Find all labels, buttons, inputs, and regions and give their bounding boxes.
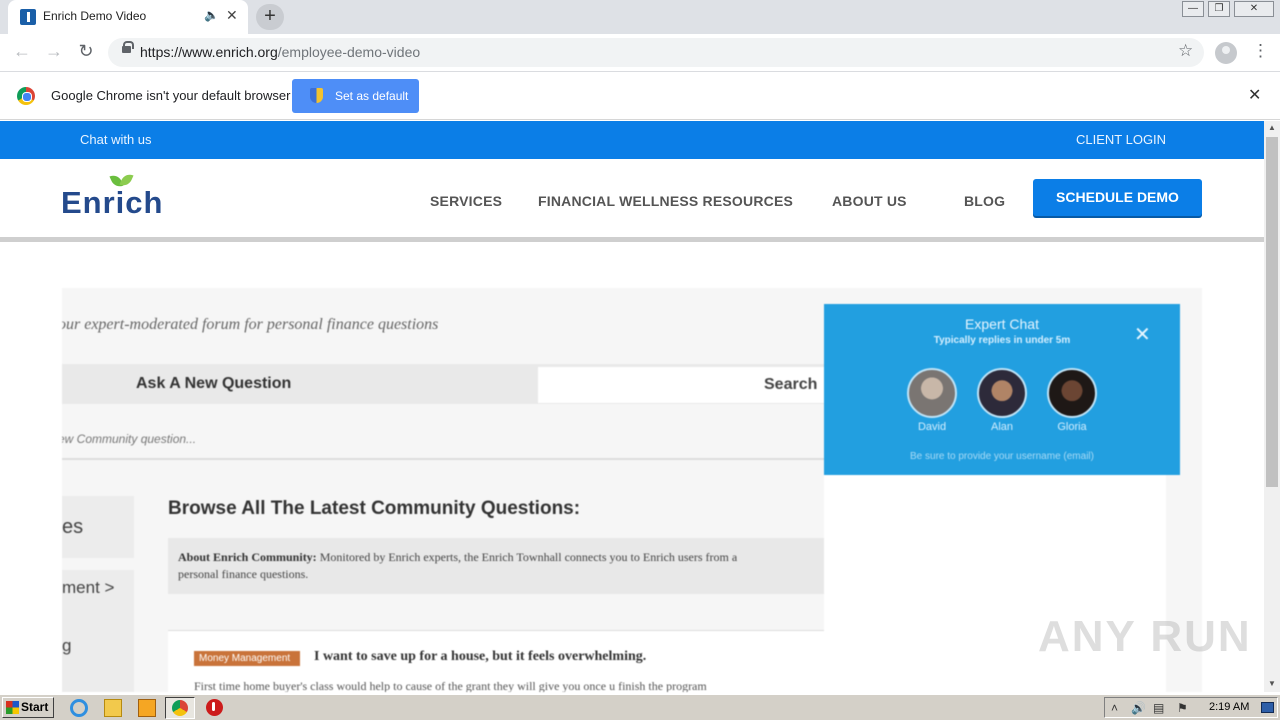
- expert-chat-widget: Expert Chat Typically replies in under 5…: [824, 304, 1180, 475]
- address-bar[interactable]: https://www.enrich.org/employee-demo-vid…: [108, 38, 1204, 67]
- about-community-body-2: personal finance questions.: [178, 567, 309, 581]
- browse-questions-title: Browse All The Latest Community Question…: [168, 498, 581, 519]
- profile-avatar-icon[interactable]: [1215, 42, 1237, 64]
- video-search-label: Search: [764, 376, 818, 393]
- header-divider: [0, 237, 1264, 242]
- forward-arrow-icon[interactable]: →: [42, 41, 66, 62]
- expert-chat-title: Expert Chat: [965, 316, 1039, 332]
- chrome-menu-icon[interactable]: ⋮: [1252, 41, 1269, 61]
- scroll-down-arrow-icon[interactable]: ▼: [1264, 677, 1280, 691]
- infobar-close-icon[interactable]: ✕: [1248, 85, 1261, 105]
- media-player-icon[interactable]: [138, 699, 156, 717]
- tab-close-icon[interactable]: ✕: [226, 7, 238, 24]
- nav-financial-wellness-resources[interactable]: FINANCIAL WELLNESS RESOURCES: [538, 193, 793, 209]
- expert-chat-subtitle: Typically replies in under 5m: [933, 335, 1071, 346]
- internet-explorer-icon[interactable]: [70, 699, 88, 717]
- chrome-logo-icon: [17, 87, 35, 105]
- nav-about-us[interactable]: ABOUT US: [832, 193, 907, 209]
- enrich-favicon-icon: [20, 9, 36, 25]
- about-community-box: About Enrich Community: Monitored by Enr…: [168, 538, 832, 594]
- chrome-icon: [172, 700, 188, 716]
- windows-logo-icon: [6, 701, 19, 714]
- side-item: ment >: [62, 578, 115, 597]
- agent-name: Alan: [990, 421, 1014, 433]
- video-divider: [62, 458, 832, 460]
- about-community-text: About Enrich Community: Monitored by Enr…: [178, 549, 828, 583]
- ask-new-question-label: Ask A New Question: [136, 375, 292, 392]
- question-post-card: Money Management I want to save up for a…: [168, 630, 832, 692]
- agent-name: David: [917, 421, 947, 433]
- about-community-label: About Enrich Community:: [178, 550, 317, 564]
- client-login-link[interactable]: CLIENT LOGIN: [1076, 132, 1166, 147]
- window-restore-button[interactable]: ❐: [1208, 1, 1230, 17]
- side-item: es: [62, 516, 84, 538]
- new-question-hint: ew Community question...: [62, 432, 197, 446]
- video-side-panel: es ment > g: [62, 496, 134, 692]
- forum-tagline: our expert-moderated forum for personal …: [62, 316, 439, 333]
- default-browser-infobar: Google Chrome isn't your default browser…: [0, 72, 1280, 120]
- page-scrollbar[interactable]: ▲ ▼: [1264, 121, 1280, 692]
- expert-chat-note: Be sure to provide your username (email): [910, 451, 1094, 462]
- file-explorer-icon[interactable]: [104, 699, 122, 717]
- action-center-flag-icon[interactable]: ⚑: [1177, 701, 1188, 715]
- volume-icon[interactable]: 🔊: [1131, 701, 1146, 715]
- url-path: /employee-demo-video: [277, 44, 421, 60]
- taskbar-chrome-button[interactable]: [165, 697, 195, 719]
- enrich-logo[interactable]: Enrich: [61, 185, 163, 221]
- side-separator: [62, 558, 134, 570]
- scroll-thumb[interactable]: [1266, 137, 1278, 487]
- url-text[interactable]: https://www.enrich.org/employee-demo-vid…: [140, 44, 420, 60]
- chat-with-us-link[interactable]: Chat with us: [80, 132, 152, 147]
- reload-icon[interactable]: ↻: [74, 41, 98, 62]
- start-label: Start: [21, 700, 49, 714]
- new-tab-button[interactable]: +: [256, 4, 284, 30]
- schedule-demo-button[interactable]: SCHEDULE DEMO: [1033, 179, 1202, 216]
- avatar: [1047, 368, 1097, 418]
- about-community-body: Monitored by Enrich experts, the Enrich …: [319, 550, 738, 564]
- post-category-tag: Money Management: [194, 651, 301, 666]
- network-icon[interactable]: ▤: [1153, 701, 1164, 715]
- url-host: https://www.enrich.org: [140, 44, 278, 60]
- window-close-button[interactable]: ✕: [1234, 1, 1274, 17]
- chat-close-icon: ✕: [1134, 324, 1151, 346]
- video-search-box: Search: [538, 367, 838, 403]
- bookmark-star-icon[interactable]: ☆: [1178, 41, 1193, 61]
- taskbar-clock[interactable]: 2:19 AM: [1209, 701, 1249, 713]
- show-desktop-icon[interactable]: [1261, 702, 1274, 713]
- set-as-default-label: Set as default: [335, 89, 409, 103]
- browser-toolbar: ← → ↻ https://www.enrich.org/employee-de…: [0, 34, 1280, 72]
- nav-blog[interactable]: BLOG: [964, 193, 1005, 209]
- avatar: [977, 368, 1027, 418]
- browser-tab[interactable]: Enrich Demo Video 🔈 ✕: [8, 0, 248, 34]
- ask-question-bar: Ask A New Question Search: [62, 364, 838, 404]
- post-excerpt: First time home buyer's class would help…: [194, 679, 707, 692]
- back-arrow-icon[interactable]: ←: [10, 41, 34, 62]
- anyrun-watermark: ANY RUN: [1038, 612, 1252, 661]
- audio-playing-icon[interactable]: 🔈: [204, 8, 219, 22]
- infobar-message: Google Chrome isn't your default browser: [51, 88, 291, 103]
- windows-taskbar: Start ˄ 🔊 ▤ ⚑ 2:19 AM: [0, 694, 1280, 720]
- site-header: Enrich SERVICES FINANCIAL WELLNESS RESOU…: [0, 159, 1264, 237]
- agent-name: Gloria: [1057, 421, 1087, 433]
- tab-title: Enrich Demo Video: [43, 9, 147, 23]
- demo-video-player[interactable]: our expert-moderated forum for personal …: [62, 288, 1202, 692]
- opera-icon[interactable]: [206, 699, 223, 716]
- set-as-default-button[interactable]: Set as default: [292, 79, 419, 113]
- uac-shield-icon: [310, 88, 323, 103]
- nav-services[interactable]: SERVICES: [430, 193, 502, 209]
- site-top-bar: Chat with us CLIENT LOGIN: [0, 121, 1264, 159]
- show-hidden-icons-icon[interactable]: ˄: [1111, 701, 1118, 715]
- scroll-up-arrow-icon[interactable]: ▲: [1264, 121, 1280, 135]
- system-tray: ˄ 🔊 ▤ ⚑ 2:19 AM: [1104, 697, 1278, 718]
- tab-strip: Enrich Demo Video 🔈 ✕ + — ❐ ✕: [0, 0, 1280, 34]
- window-minimize-button[interactable]: —: [1182, 1, 1204, 17]
- post-title: I want to save up for a house, but it fe…: [314, 649, 647, 664]
- avatar: [907, 368, 957, 418]
- lock-icon[interactable]: [122, 41, 134, 53]
- side-item: g: [62, 636, 72, 655]
- start-button[interactable]: Start: [2, 697, 54, 718]
